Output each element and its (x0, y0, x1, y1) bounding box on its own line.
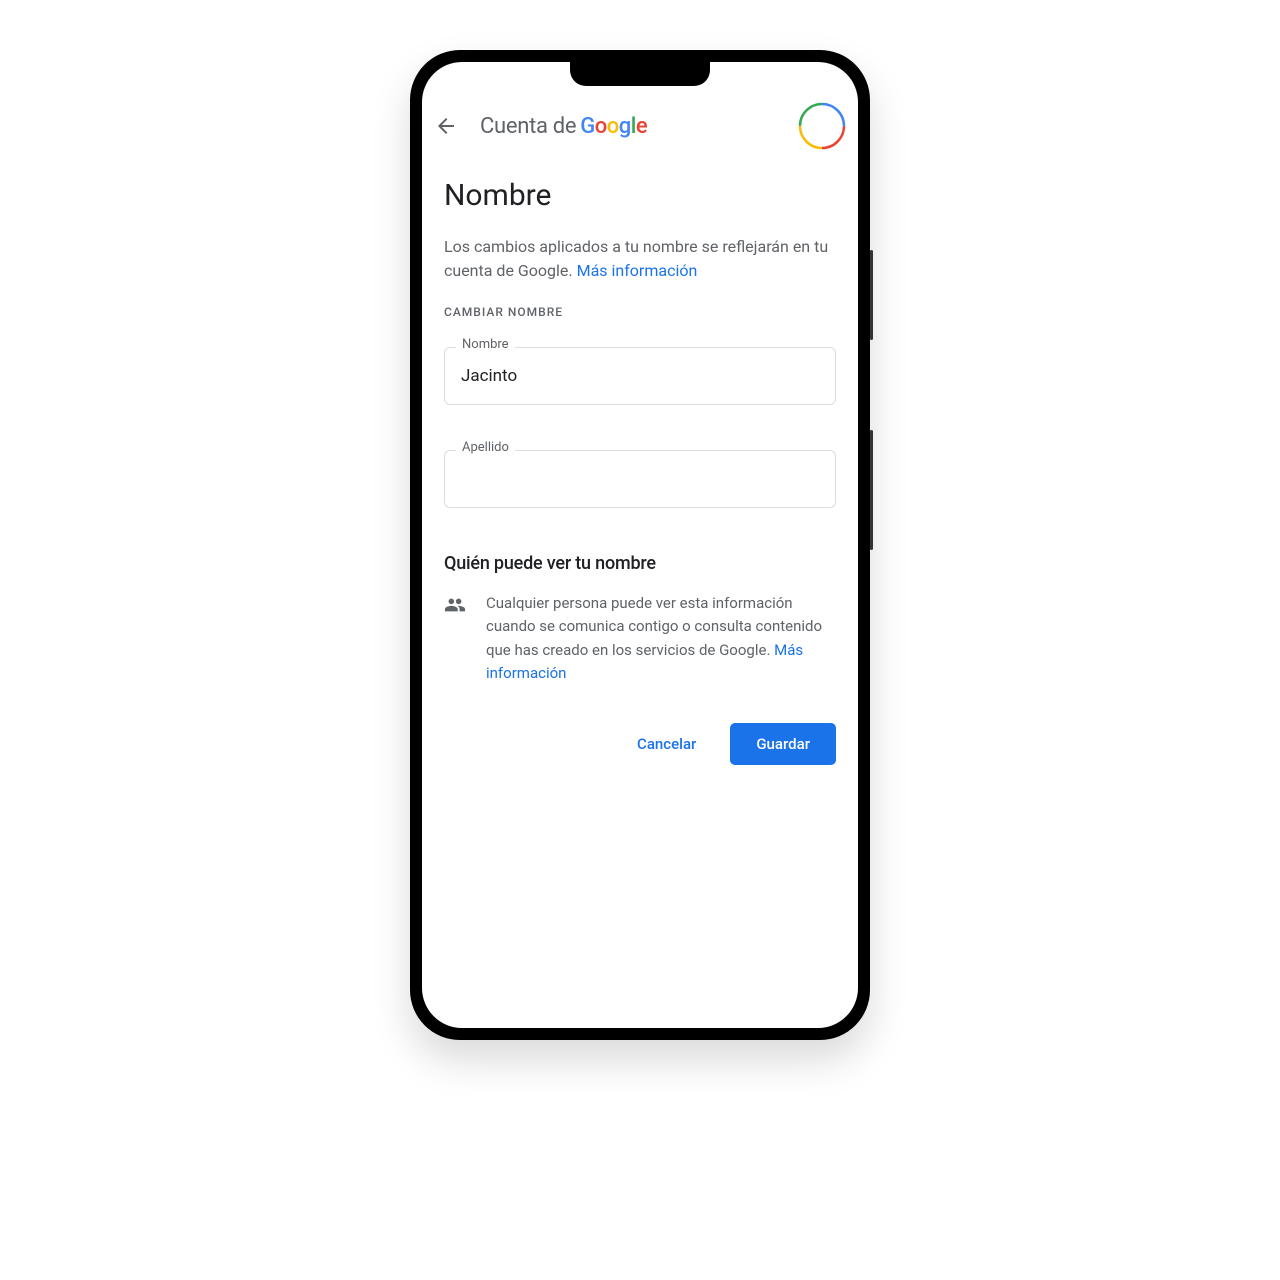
page-content: Nombre Los cambios aplicados a tu nombre… (422, 166, 858, 777)
last-name-input[interactable] (444, 450, 836, 508)
app-header: Cuenta de Google (422, 86, 858, 166)
phone-frame: Cuenta de Google Nombre Los cambios apli… (410, 50, 870, 1040)
header-title: Cuenta de Google (480, 114, 647, 139)
more-info-link[interactable]: Más información (577, 261, 698, 280)
section-label: CAMBIAR NOMBRE (444, 305, 836, 319)
visibility-text: Cualquier persona puede ver esta informa… (486, 592, 836, 685)
arrow-back-icon (434, 114, 458, 138)
save-button[interactable]: Guardar (730, 723, 836, 765)
page-title: Nombre (444, 178, 836, 213)
visibility-title: Quién puede ver tu nombre (444, 553, 836, 574)
first-name-input[interactable] (444, 347, 836, 405)
last-name-label: Apellido (456, 440, 515, 455)
phone-notch (422, 62, 858, 86)
phone-screen: Cuenta de Google Nombre Los cambios apli… (422, 62, 858, 1028)
first-name-group: Nombre (444, 347, 836, 405)
visibility-row: Cualquier persona puede ver esta informa… (444, 592, 836, 685)
first-name-label: Nombre (456, 337, 515, 352)
back-button[interactable] (434, 114, 458, 138)
page-description: Los cambios aplicados a tu nombre se ref… (444, 235, 836, 283)
people-icon (444, 594, 466, 620)
avatar[interactable] (798, 102, 846, 150)
button-row: Cancelar Guardar (444, 723, 836, 765)
cancel-button[interactable]: Cancelar (623, 727, 710, 761)
last-name-group: Apellido (444, 450, 836, 508)
google-logo: Google (580, 114, 647, 139)
header-title-prefix: Cuenta de (480, 114, 576, 139)
